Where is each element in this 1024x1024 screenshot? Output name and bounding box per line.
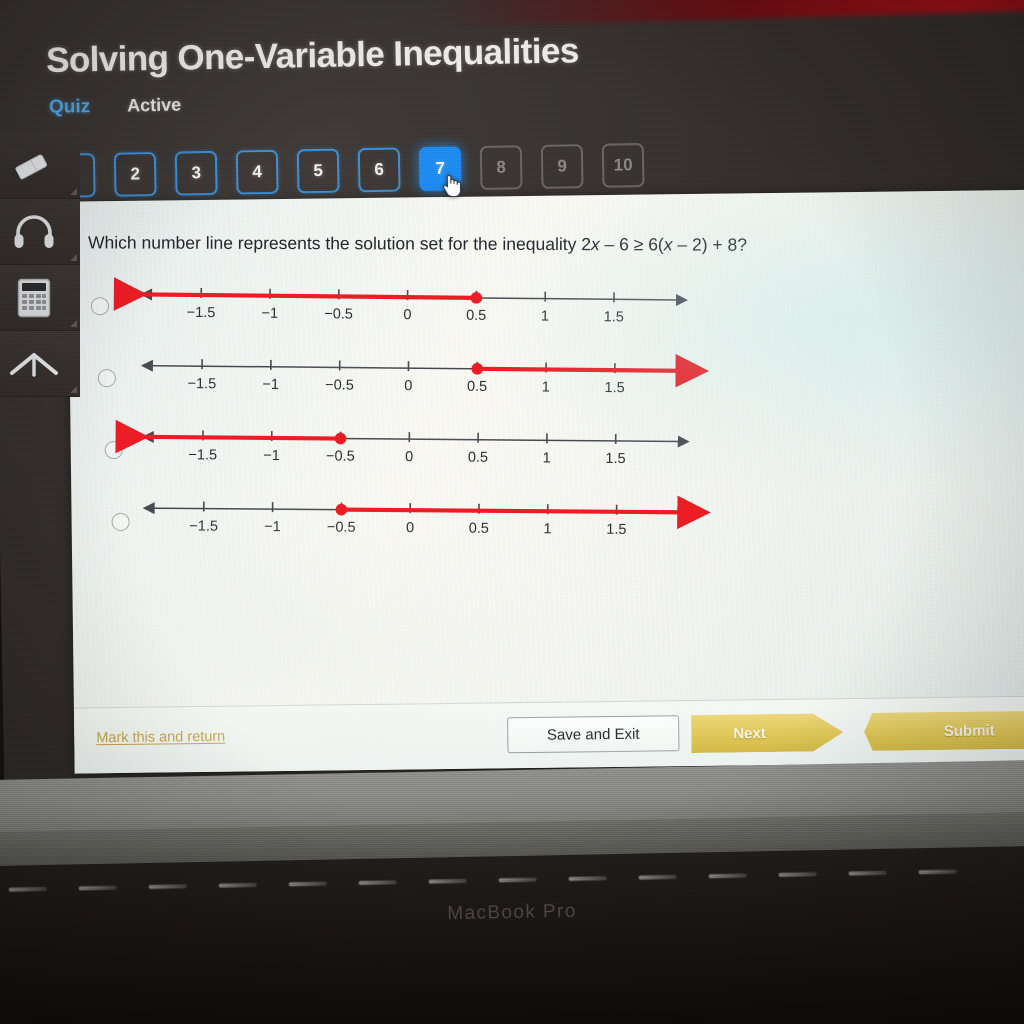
- number-line-A: −1.5 −1 −0.5 0 0.5 1 1.5: [113, 272, 712, 334]
- tick-label: 0.5: [467, 379, 487, 395]
- tool-collapse-button[interactable]: [0, 331, 80, 397]
- key-cap: [638, 874, 677, 880]
- laptop-keyboard: [0, 845, 1024, 1024]
- key-cap: [918, 869, 957, 875]
- tick-label: −1: [264, 519, 281, 535]
- tick-label: 1.5: [606, 522, 626, 538]
- question-nav-button-3[interactable]: 3: [174, 150, 218, 196]
- question-nav-button-6[interactable]: 6: [357, 147, 401, 193]
- tick-label: −1: [262, 377, 279, 393]
- answer-option-B[interactable]: −1.5 −1 −0.5 0 0.5 1 1.5: [92, 342, 733, 420]
- tool-rail[interactable]: [0, 133, 80, 397]
- question-prompt: Which number line represents the solutio…: [87, 232, 748, 255]
- key-cap: [78, 885, 117, 891]
- tick-label: 0.5: [466, 308, 486, 324]
- question-nav-label: 9: [557, 156, 568, 176]
- tick-label: 1: [541, 309, 549, 325]
- save-and-exit-button[interactable]: Save and Exit: [507, 715, 680, 754]
- key-cap: [498, 877, 537, 883]
- mouse-cursor-hand-icon: [443, 174, 462, 198]
- key-cap: [708, 873, 747, 879]
- answer-radio-D[interactable]: [111, 512, 130, 532]
- question-nav-button-5[interactable]: 5: [296, 148, 340, 194]
- key-cap: [358, 880, 397, 885]
- tick-label: −0.5: [326, 448, 355, 464]
- headphones-icon: [14, 214, 54, 248]
- tick-label: 0.5: [469, 521, 489, 537]
- keyboard-row: [8, 868, 1019, 892]
- key-cap: [778, 872, 817, 877]
- answer-radio-B[interactable]: [97, 369, 116, 388]
- tick-label: −0.5: [325, 377, 354, 393]
- tick-label: −0.5: [327, 520, 356, 536]
- tick-label: −1: [263, 448, 280, 464]
- quiz-content-card: Which number line represents the solutio…: [67, 189, 1024, 774]
- tick-label: 0: [406, 520, 414, 536]
- tick-label: 0.5: [468, 450, 488, 466]
- tick-label: −1.5: [189, 518, 218, 534]
- question-nav-label: 3: [191, 163, 202, 183]
- question-nav-button-10: 10: [601, 143, 645, 188]
- tool-audio-button[interactable]: [0, 199, 80, 265]
- quiz-kind-label: Quiz: [48, 96, 91, 118]
- key-cap: [568, 876, 607, 881]
- question-nav-label: 10: [613, 155, 633, 175]
- tick-label: 1: [544, 521, 552, 537]
- mark-this-and-return-link[interactable]: Mark this and return: [96, 729, 225, 747]
- tick-label: −0.5: [324, 306, 353, 322]
- submit-button[interactable]: Submit: [864, 710, 1024, 751]
- pencil-eraser-icon: [12, 154, 48, 180]
- answer-option-D[interactable]: −1.5 −1 −0.5 0 0.5 1 1.5: [93, 482, 734, 560]
- tick-label: 1: [543, 450, 551, 466]
- tool-calculator-button[interactable]: [0, 265, 80, 331]
- key-cap: [8, 886, 47, 892]
- tool-pencil-button[interactable]: [0, 133, 80, 199]
- question-nav-label: 2: [130, 164, 141, 184]
- quiz-action-bar: Mark this and return Save and Exit Next …: [73, 695, 1024, 774]
- question-nav-button-9: 9: [540, 144, 584, 189]
- question-number-nav[interactable]: 12345678910: [52, 143, 645, 198]
- tick-label: −1.5: [187, 305, 216, 321]
- key-cap: [148, 884, 187, 890]
- tick-label: −1: [261, 306, 278, 322]
- question-nav-button-4[interactable]: 4: [235, 149, 279, 195]
- tick-label: 1: [542, 379, 550, 395]
- key-cap: [288, 881, 327, 887]
- tick-label: −1.5: [188, 376, 217, 392]
- question-nav-label: 8: [496, 157, 507, 177]
- key-cap: [428, 878, 467, 884]
- question-nav-button-8: 8: [479, 145, 523, 191]
- answer-radio-C[interactable]: [104, 440, 123, 460]
- answer-radio-A[interactable]: [90, 297, 110, 316]
- tick-label: 0: [405, 449, 413, 465]
- macbook-pro-branding: MacBook Pro: [447, 900, 577, 925]
- key-cap: [848, 870, 887, 876]
- key-cap: [218, 882, 257, 888]
- laptop-screen: Solving One-Variable Inequalities Quiz A…: [0, 0, 1024, 800]
- tick-label: −1.5: [188, 447, 217, 463]
- question-nav-button-2[interactable]: 2: [113, 151, 157, 197]
- answer-options-list[interactable]: −1.5 −1 −0.5 0 0.5 1 1.5 −1.5 −1 −0.5 0 0.5 1 1.5 −1.5…: [90, 272, 734, 560]
- page-title: Solving One-Variable Inequalities: [45, 31, 579, 80]
- tick-label: 1.5: [605, 451, 625, 467]
- quiz-status-label: Active: [126, 94, 182, 116]
- question-nav-label: 5: [313, 160, 324, 181]
- tick-label: 0: [403, 307, 411, 323]
- answer-option-C[interactable]: −1.5 −1 −0.5 0 0.5 1 1.5: [92, 412, 733, 490]
- tick-label: 1.5: [605, 380, 625, 396]
- number-line-C: −1.5 −1 −0.5 0 0.5 1 1.5: [115, 415, 712, 476]
- quiz-status-row: Quiz Active: [49, 95, 182, 119]
- calculator-icon: [17, 278, 51, 317]
- tick-label: 1.5: [604, 309, 624, 325]
- next-button[interactable]: Next: [691, 713, 843, 753]
- question-nav-label: 4: [252, 162, 263, 182]
- tick-label: 0: [404, 378, 412, 394]
- question-nav-label: 6: [374, 159, 385, 179]
- laptop-photo: Solving One-Variable Inequalities Quiz A…: [0, 0, 1024, 1024]
- answer-option-A[interactable]: −1.5 −1 −0.5 0 0.5 1 1.5: [90, 272, 732, 350]
- chevron-up-icon: [10, 352, 58, 377]
- number-line-D: −1.5 −1 −0.5 0 0.5 1 1.5: [133, 486, 713, 547]
- number-line-B: −1.5 −1 −0.5 0 0.5 1 1.5: [132, 344, 713, 406]
